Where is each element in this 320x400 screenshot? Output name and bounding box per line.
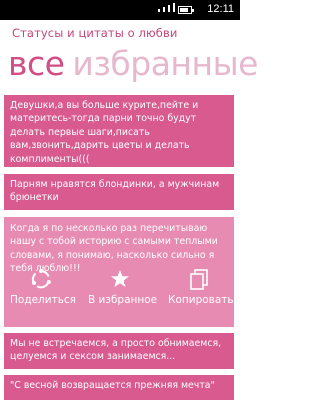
- copy-icon: [190, 269, 208, 290]
- clock: 12:11: [207, 3, 234, 15]
- share-button[interactable]: Поделиться: [10, 268, 76, 306]
- quote-text: Мы не встречаемся, а просто обнимаемся, …: [10, 338, 222, 363]
- copy-label: Копировать: [168, 294, 234, 306]
- quote-text: Парням нравятся блондинки, а мужчинам бр…: [10, 179, 220, 204]
- pivot-header: все избранные: [8, 44, 266, 84]
- quote-card[interactable]: Парням нравятся блондинки, а мужчинам бр…: [4, 174, 234, 210]
- add-to-favorites-label: В избранное: [88, 294, 158, 306]
- quote-card[interactable]: Мы не встречаемся, а просто обнимаемся, …: [4, 333, 234, 369]
- app-title: Статусы и цитаты о любви: [12, 26, 178, 40]
- signal-icon: [158, 3, 175, 12]
- quote-text: Девушки,а вы больше курите,пейте и матер…: [10, 100, 199, 165]
- share-label: Поделиться: [10, 294, 76, 306]
- battery-icon: [178, 6, 194, 14]
- copy-button[interactable]: Копировать: [168, 268, 234, 306]
- quote-card[interactable]: Девушки,а вы больше курите,пейте и матер…: [4, 95, 234, 167]
- share-icon: [31, 269, 51, 289]
- quote-card[interactable]: "С весной возвращается прежняя мечта": [4, 375, 234, 400]
- pivot-tab-all[interactable]: все: [8, 44, 65, 84]
- pivot-tab-favorites[interactable]: избранные: [72, 44, 258, 84]
- quote-actions: Поделиться В избранное Копировать: [0, 268, 240, 320]
- status-bar: 12:11: [0, 0, 240, 20]
- add-to-favorites-button[interactable]: В избранное: [88, 268, 158, 306]
- quote-text: "С весной возвращается прежняя мечта": [10, 380, 215, 391]
- star-add-icon: [111, 270, 130, 287]
